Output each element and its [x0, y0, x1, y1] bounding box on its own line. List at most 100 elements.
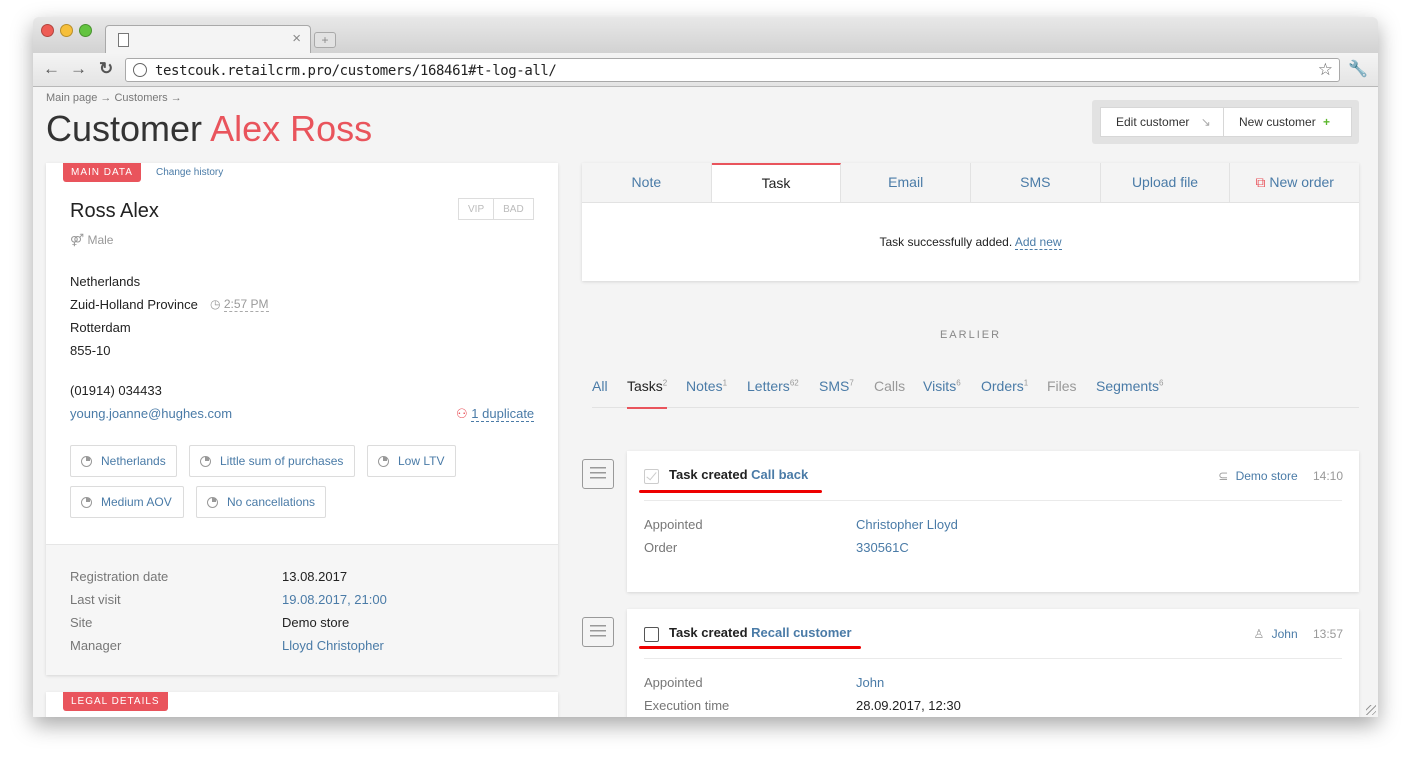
address: 855-10: [70, 343, 111, 358]
filter-files[interactable]: Files: [1047, 378, 1077, 394]
tab-new-order[interactable]: ⧉ New order: [1230, 163, 1359, 202]
divider: [644, 500, 1342, 501]
title-bar: × +: [33, 17, 1378, 53]
task-link[interactable]: Call back: [751, 467, 808, 482]
log-title-prefix: Task created: [669, 625, 748, 640]
filter-label: Files: [1047, 378, 1077, 394]
task-checkbox[interactable]: [644, 469, 659, 484]
tab-upload-file[interactable]: Upload file: [1101, 163, 1231, 202]
filter-label: Segments: [1096, 378, 1160, 394]
breadcrumb[interactable]: Main page → Customers →: [46, 92, 182, 104]
page-content: Main page → Customers → Customer Alex Ro…: [33, 88, 1378, 717]
segment-tag[interactable]: Medium AOV: [70, 486, 184, 518]
task-checkbox[interactable]: [644, 627, 659, 642]
vip-toggle[interactable]: VIP: [459, 199, 493, 219]
filter-segments[interactable]: Segments6: [1096, 378, 1164, 394]
filter-count: 62: [789, 378, 799, 388]
bookmark-star-icon[interactable]: ☆: [1318, 60, 1333, 80]
legal-details-label: LEGAL DETAILS: [63, 692, 168, 711]
browser-tab[interactable]: ×: [105, 25, 311, 53]
log-entry: Task created Call back ⊆ Demo store 14:1…: [627, 451, 1359, 592]
duplicate-link[interactable]: ⚇ 1 duplicate: [456, 406, 535, 422]
divider: [644, 658, 1342, 659]
highlight-underline: [639, 490, 822, 493]
log-title: Task created Recall customer: [669, 625, 852, 640]
duplicate-users-icon: ⚇: [456, 406, 468, 421]
pie-chart-icon: [81, 456, 92, 467]
filter-letters[interactable]: Letters62: [747, 378, 799, 394]
tab-task[interactable]: Task: [711, 163, 842, 202]
browser-toolbar: ← → ↻ testcouk.retailcrm.pro/customers/1…: [33, 53, 1378, 87]
segment-tag[interactable]: Little sum of purchases: [189, 445, 355, 477]
address-bar[interactable]: testcouk.retailcrm.pro/customers/168461#…: [125, 58, 1340, 82]
filter-label: Notes: [686, 378, 723, 394]
filter-label: Orders: [981, 378, 1024, 394]
edit-customer-button[interactable]: Edit customer ↘: [1100, 107, 1224, 137]
log-title: Task created Call back: [669, 467, 808, 482]
manager-label: Manager: [70, 638, 122, 653]
filter-visits[interactable]: Visits6: [923, 378, 961, 394]
tab-email[interactable]: Email: [841, 163, 972, 202]
filter-all[interactable]: All: [592, 378, 608, 394]
bad-toggle[interactable]: BAD: [493, 199, 533, 219]
minimize-window-button[interactable]: [60, 24, 73, 37]
task-log-icon: [582, 459, 614, 489]
window-controls: [41, 24, 92, 37]
registration-date-value: 13.08.2017: [282, 569, 348, 584]
gender: ⚤ Male: [70, 233, 113, 247]
order-link[interactable]: 330561C: [856, 540, 909, 555]
appointed-label: Appointed: [644, 675, 703, 690]
gender-value: Male: [87, 233, 114, 247]
appointed-link[interactable]: Christopher Lloyd: [856, 517, 958, 532]
manager-link[interactable]: Lloyd Christopher: [282, 638, 384, 653]
log-title-prefix: Task created: [669, 467, 748, 482]
filter-notes[interactable]: Notes1: [686, 378, 727, 394]
filter-tasks[interactable]: Tasks2: [627, 378, 668, 409]
activity-tabs: Note Task Email SMS Upload file ⧉ New or…: [582, 163, 1359, 203]
filter-orders[interactable]: Orders1: [981, 378, 1028, 394]
zoom-window-button[interactable]: [79, 24, 92, 37]
segment-tag[interactable]: Netherlands: [70, 445, 177, 477]
city: Rotterdam: [70, 320, 131, 335]
forward-arrow-icon[interactable]: →: [70, 59, 87, 79]
header-actions: Edit customer ↘ New customer +: [1092, 100, 1359, 144]
country: Netherlands: [70, 274, 141, 289]
appointed-link[interactable]: John: [856, 675, 884, 690]
pie-chart-icon: [200, 456, 211, 467]
close-window-button[interactable]: [41, 24, 54, 37]
tab-note[interactable]: Note: [582, 163, 712, 202]
tab-close-icon[interactable]: ×: [292, 30, 301, 47]
add-new-link[interactable]: Add new: [1014, 235, 1062, 250]
globe-icon: [133, 63, 147, 77]
clock-icon: ◷: [210, 297, 221, 311]
filter-label: Calls: [874, 378, 906, 394]
gender-icon: ⚤: [70, 233, 85, 247]
email-link[interactable]: young.joanne@hughes.com: [70, 406, 232, 421]
resize-handle[interactable]: [1366, 705, 1376, 715]
last-visit-link[interactable]: 19.08.2017, 21:00: [282, 592, 387, 607]
wrench-icon[interactable]: 🔧: [1348, 59, 1368, 79]
filter-calls[interactable]: Calls: [874, 378, 905, 394]
log-source-link[interactable]: Demo store: [1236, 469, 1298, 483]
task-success-message: Task successfully added. Add new: [582, 235, 1359, 250]
segment-tag[interactable]: Low LTV: [367, 445, 456, 477]
external-link-icon: ⧉: [1255, 174, 1266, 190]
tab-sms[interactable]: SMS: [971, 163, 1101, 202]
segment-label: Low LTV: [398, 454, 445, 468]
change-history-link[interactable]: Change history: [156, 167, 223, 178]
log-time: 14:10: [1312, 469, 1343, 483]
local-time-value: 2:57 PM: [223, 297, 269, 312]
filter-sms[interactable]: SMS7: [819, 378, 854, 394]
last-visit-label: Last visit: [70, 592, 121, 607]
segment-tag[interactable]: No cancellations: [196, 486, 326, 518]
pie-chart-icon: [378, 456, 389, 467]
reload-icon[interactable]: ↻: [99, 59, 113, 79]
new-tab-button[interactable]: +: [314, 32, 336, 48]
phone[interactable]: (01914) 034433: [70, 383, 162, 398]
new-customer-button[interactable]: New customer +: [1223, 107, 1352, 137]
edit-customer-label: Edit customer: [1116, 115, 1190, 129]
log-source-link[interactable]: John: [1272, 627, 1298, 641]
tab-new-order-label: New order: [1269, 174, 1334, 190]
task-link[interactable]: Recall customer: [751, 625, 851, 640]
back-arrow-icon[interactable]: ←: [43, 59, 60, 79]
